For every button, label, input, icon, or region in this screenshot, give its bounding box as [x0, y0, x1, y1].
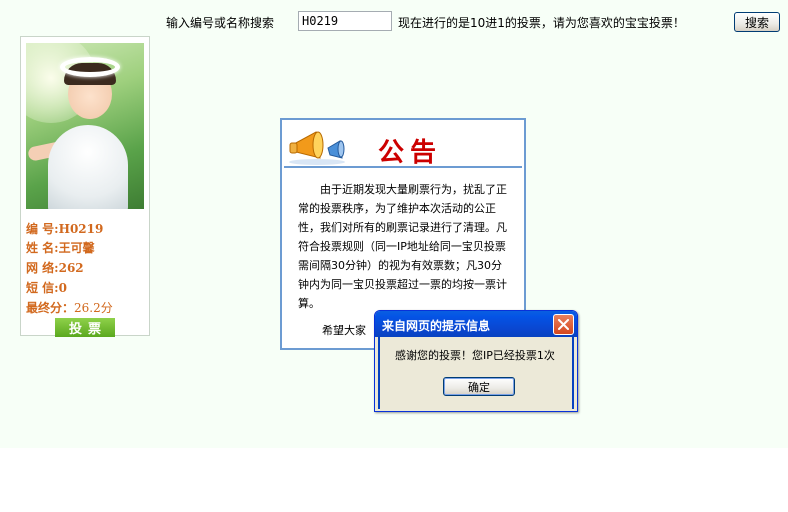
candidate-name: 姓 名:王可馨: [26, 241, 95, 255]
candidate-final-score: 最终分：26.2分: [26, 301, 113, 315]
candidate-sms-votes: 短 信:0: [26, 281, 67, 295]
announcement-header: 公告: [284, 122, 522, 168]
search-button[interactable]: 搜索: [734, 12, 780, 32]
dialog-body: 感谢您的投票！您IP已经投票1次 确定: [378, 337, 574, 409]
close-icon: [558, 319, 569, 330]
alert-dialog: 来自网页的提示信息 感谢您的投票！您IP已经投票1次 确定: [374, 310, 578, 412]
announcement-closing: 希望大家: [322, 324, 366, 337]
ok-button[interactable]: 确定: [443, 377, 515, 396]
vote-info-text: 现在进行的是10进1的投票，请为您喜欢的宝宝投票！: [398, 16, 685, 30]
candidate-photo[interactable]: [26, 43, 144, 209]
announcement-body: 由于近期发现大量刷票行为，扰乱了正常的投票秩序，为了维护本次活动的公正性，我们对…: [298, 183, 507, 310]
candidate-card: 编 号:H0219 姓 名:王可馨 网 络:262 短 信:0 最终分：26.2…: [20, 36, 150, 337]
candidate-id: 编 号:H0219: [26, 222, 104, 236]
dialog-title: 来自网页的提示信息: [382, 319, 491, 333]
search-input[interactable]: [298, 11, 392, 31]
dialog-titlebar[interactable]: 来自网页的提示信息: [375, 311, 577, 337]
dialog-message: 感谢您的投票！您IP已经投票1次: [395, 349, 555, 362]
candidate-net-votes: 网 络:262: [26, 261, 84, 275]
megaphone-icon: [289, 131, 345, 165]
search-label: 输入编号或名称搜索: [166, 16, 275, 30]
announcement-title: 公告: [378, 138, 443, 168]
vote-button[interactable]: 投票: [55, 318, 115, 337]
close-button[interactable]: [553, 314, 574, 335]
